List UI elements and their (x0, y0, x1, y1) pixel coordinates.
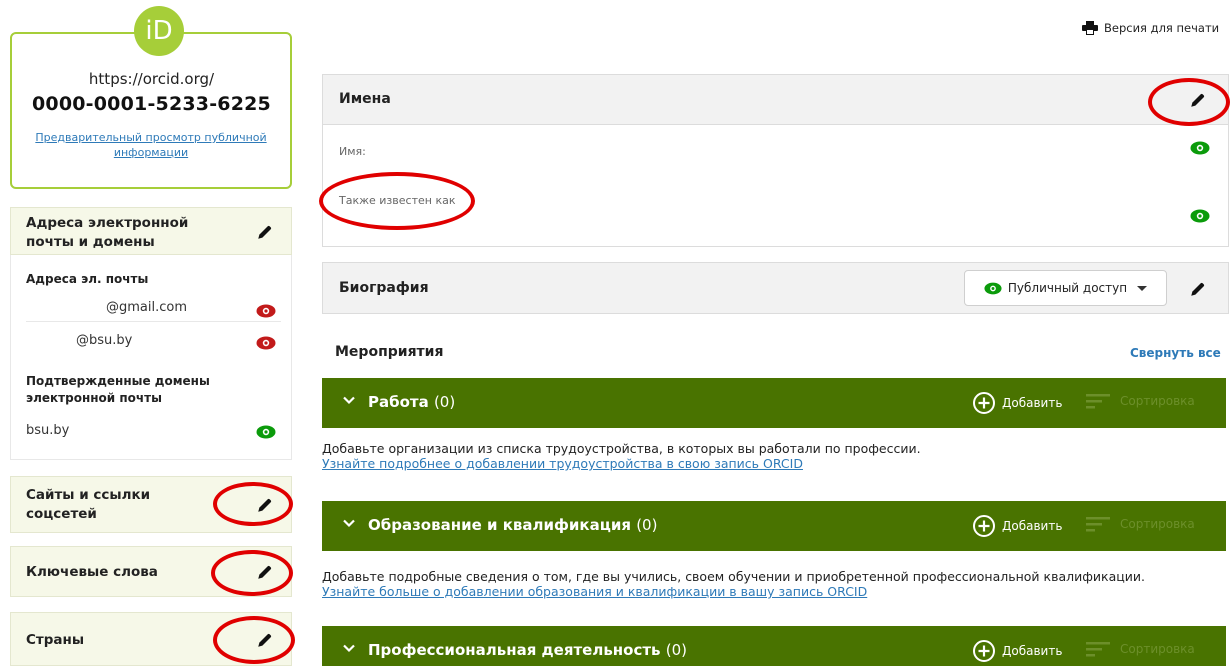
orcid-logo-icon: iD (134, 6, 184, 56)
sort-label: Сортировка (1120, 642, 1195, 656)
domains-heading: Подтвержденные домены электронной почты (26, 374, 210, 405)
education-description: Добавьте подробные сведения о том, где в… (322, 569, 1145, 584)
plus-circle-icon (973, 515, 995, 537)
add-button[interactable]: Добавить (972, 639, 1062, 663)
section-count: (0) (636, 516, 658, 534)
biography-title: Биография (339, 280, 429, 296)
chevron-down-icon (343, 519, 355, 528)
visibility-label: Публичный доступ (1007, 281, 1128, 295)
email-row: @bsu.by (26, 329, 281, 355)
public-eye-icon[interactable] (1190, 209, 1210, 223)
employment-help-link[interactable]: Узнайте подробнее о добавлении трудоустр… (322, 456, 803, 471)
employment-section-bar[interactable]: Работа (0) Добавить Сортировка (322, 378, 1226, 428)
edit-keywords-pencil-icon[interactable] (254, 561, 276, 583)
print-version-label: Версия для печати (1104, 21, 1220, 35)
public-eye-icon (984, 282, 1002, 294)
countries-panel-title: Страны (26, 632, 85, 648)
edit-countries-pencil-icon[interactable] (254, 629, 276, 651)
plus-circle-icon (973, 392, 995, 414)
activities-title: Мероприятия (335, 344, 444, 360)
section-count: (0) (665, 641, 688, 659)
orcid-url: https://orcid.org/ (88, 70, 215, 88)
section-count: (0) (433, 393, 456, 411)
printer-icon (1082, 21, 1098, 35)
emails-heading: Адреса эл. почты (26, 272, 149, 286)
edit-sites-pencil-icon[interactable] (254, 494, 276, 516)
section-name: Работа (368, 393, 429, 411)
verified-domain: bsu.by (26, 423, 70, 438)
sort-button[interactable]: Сортировка (1086, 640, 1195, 658)
email-row: @gmail.com (26, 296, 281, 322)
section-title: Профессиональная деятельность (0) (368, 641, 687, 659)
edit-names-pencil-icon[interactable] (1187, 89, 1209, 111)
edit-emails-pencil-icon[interactable] (254, 221, 276, 243)
sites-panel: Сайты и ссылки соцсетей (10, 476, 292, 533)
biography-card: Биография Публичный доступ (322, 262, 1229, 314)
employment-description: Добавьте организации из списка трудоустр… (322, 441, 921, 456)
add-label: Добавить (1002, 519, 1063, 533)
sort-label: Сортировка (1120, 394, 1195, 408)
countries-panel: Страны (10, 612, 292, 666)
chevron-down-icon (1137, 285, 1148, 291)
section-name: Образование и квалификация (368, 516, 631, 534)
add-label: Добавить (1002, 644, 1063, 658)
private-eye-icon[interactable] (256, 336, 276, 350)
add-button[interactable]: Добавить (972, 514, 1062, 538)
email-address: @gmail.com (106, 300, 188, 315)
name-label: Имя: (339, 145, 366, 158)
names-header: Имена (323, 75, 1228, 125)
email-panel-title: Адреса электронной почты и домены (26, 215, 189, 250)
visibility-dropdown[interactable]: Публичный доступ (964, 270, 1167, 306)
orcid-id: 0000-0001-5233-6225 (32, 93, 271, 115)
also-known-as-label: Также известен как (339, 194, 456, 207)
chevron-down-icon (343, 644, 355, 653)
email-panel-header: Адреса электронной почты и домены (10, 207, 292, 255)
professional-activities-section-bar[interactable]: Профессиональная деятельность (0) Добави… (322, 626, 1226, 666)
plus-circle-icon (973, 640, 995, 662)
names-card: Имена Имя: Также известен как (322, 74, 1229, 247)
chevron-down-icon (343, 396, 355, 405)
collapse-all-link[interactable]: Свернуть все (1130, 346, 1221, 360)
public-preview-link[interactable]: Предварительный просмотр публичной инфор… (30, 130, 272, 160)
keywords-panel: Ключевые слова (10, 546, 292, 597)
print-version-link[interactable]: Версия для печати (1082, 21, 1219, 35)
email-panel-body: Адреса эл. почты @gmail.com @bsu.by Подт… (10, 255, 292, 460)
section-title: Образование и квалификация (0) (368, 516, 657, 534)
sort-lines-icon (1086, 394, 1110, 409)
section-name: Профессиональная деятельность (368, 641, 661, 659)
names-title: Имена (339, 91, 391, 107)
edit-biography-pencil-icon[interactable] (1187, 278, 1209, 300)
sort-button[interactable]: Сортировка (1086, 392, 1195, 410)
sort-lines-icon (1086, 642, 1110, 657)
education-help-link[interactable]: Узнайте больше о добавлении образования … (322, 584, 867, 599)
add-label: Добавить (1002, 396, 1063, 410)
public-eye-icon[interactable] (1190, 141, 1210, 155)
email-address: @bsu.by (76, 333, 133, 348)
keywords-panel-title: Ключевые слова (26, 564, 158, 580)
sites-panel-title: Сайты и ссылки соцсетей (26, 487, 151, 522)
add-button[interactable]: Добавить (972, 391, 1062, 415)
education-section-bar[interactable]: Образование и квалификация (0) Добавить … (322, 501, 1226, 551)
sort-button[interactable]: Сортировка (1086, 515, 1195, 533)
public-eye-icon[interactable] (256, 425, 276, 439)
section-title: Работа (0) (368, 393, 455, 411)
sort-lines-icon (1086, 517, 1110, 532)
private-eye-icon[interactable] (256, 304, 276, 318)
sort-label: Сортировка (1120, 517, 1195, 531)
